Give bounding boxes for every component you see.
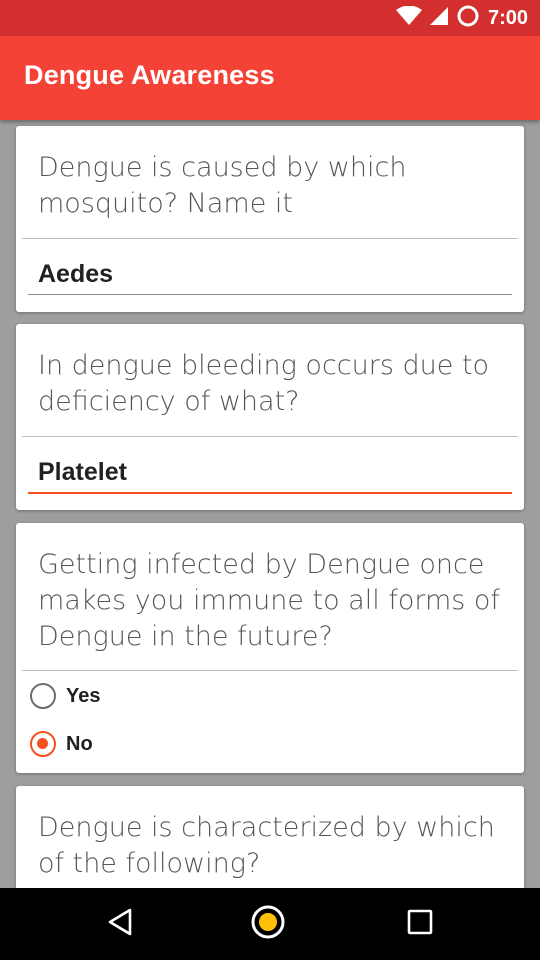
recents-square-icon [406, 908, 434, 941]
radio-option-no[interactable]: No [30, 724, 93, 764]
question-list[interactable]: Dengue is caused by which mosquito? Name… [0, 120, 540, 888]
cell-signal-icon [428, 6, 450, 31]
status-time: 7:00 [487, 6, 528, 29]
radio-label-yes: Yes [66, 684, 101, 707]
recents-button[interactable] [400, 904, 440, 944]
back-triangle-icon [106, 907, 134, 942]
divider [22, 238, 518, 239]
answer-input-value-1[interactable]: Aedes [38, 260, 113, 289]
divider [22, 670, 518, 671]
radio-button-unchecked[interactable] [30, 683, 56, 709]
home-circle-icon [248, 902, 288, 947]
answer-underline-1 [28, 294, 512, 295]
question-card-3: Getting infected by Dengue once makes yo… [16, 523, 524, 773]
divider [22, 436, 518, 437]
status-bar: 7:00 [0, 0, 540, 36]
radio-option-yes[interactable]: Yes [30, 676, 100, 716]
page-title: Dengue Awareness [24, 60, 275, 90]
answer-underline-2-focused [28, 492, 512, 494]
answer-input-value-2[interactable]: Platelet [38, 458, 127, 487]
question-text-2: In dengue bleeding occurs due to deficie… [38, 350, 490, 417]
app-bar: Dengue Awareness [0, 36, 540, 120]
question-text-4: Dengue is characterized by which of the … [38, 812, 495, 879]
radio-button-checked[interactable] [30, 731, 56, 757]
sync-circle-icon [456, 4, 480, 33]
question-card-4: Dengue is characterized by which of the … [16, 786, 524, 888]
question-card-2: In dengue bleeding occurs due to deficie… [16, 324, 524, 510]
question-text-3: Getting infected by Dengue once makes yo… [38, 549, 500, 652]
home-button[interactable] [248, 904, 288, 944]
wifi-icon [395, 5, 422, 31]
back-button[interactable] [100, 904, 140, 944]
status-icons: 7:00 [395, 0, 528, 36]
navigation-bar [0, 888, 540, 960]
question-text-1: Dengue is caused by which mosquito? Name… [38, 152, 407, 219]
question-card-1: Dengue is caused by which mosquito? Name… [16, 126, 524, 312]
radio-label-no: No [66, 732, 93, 755]
